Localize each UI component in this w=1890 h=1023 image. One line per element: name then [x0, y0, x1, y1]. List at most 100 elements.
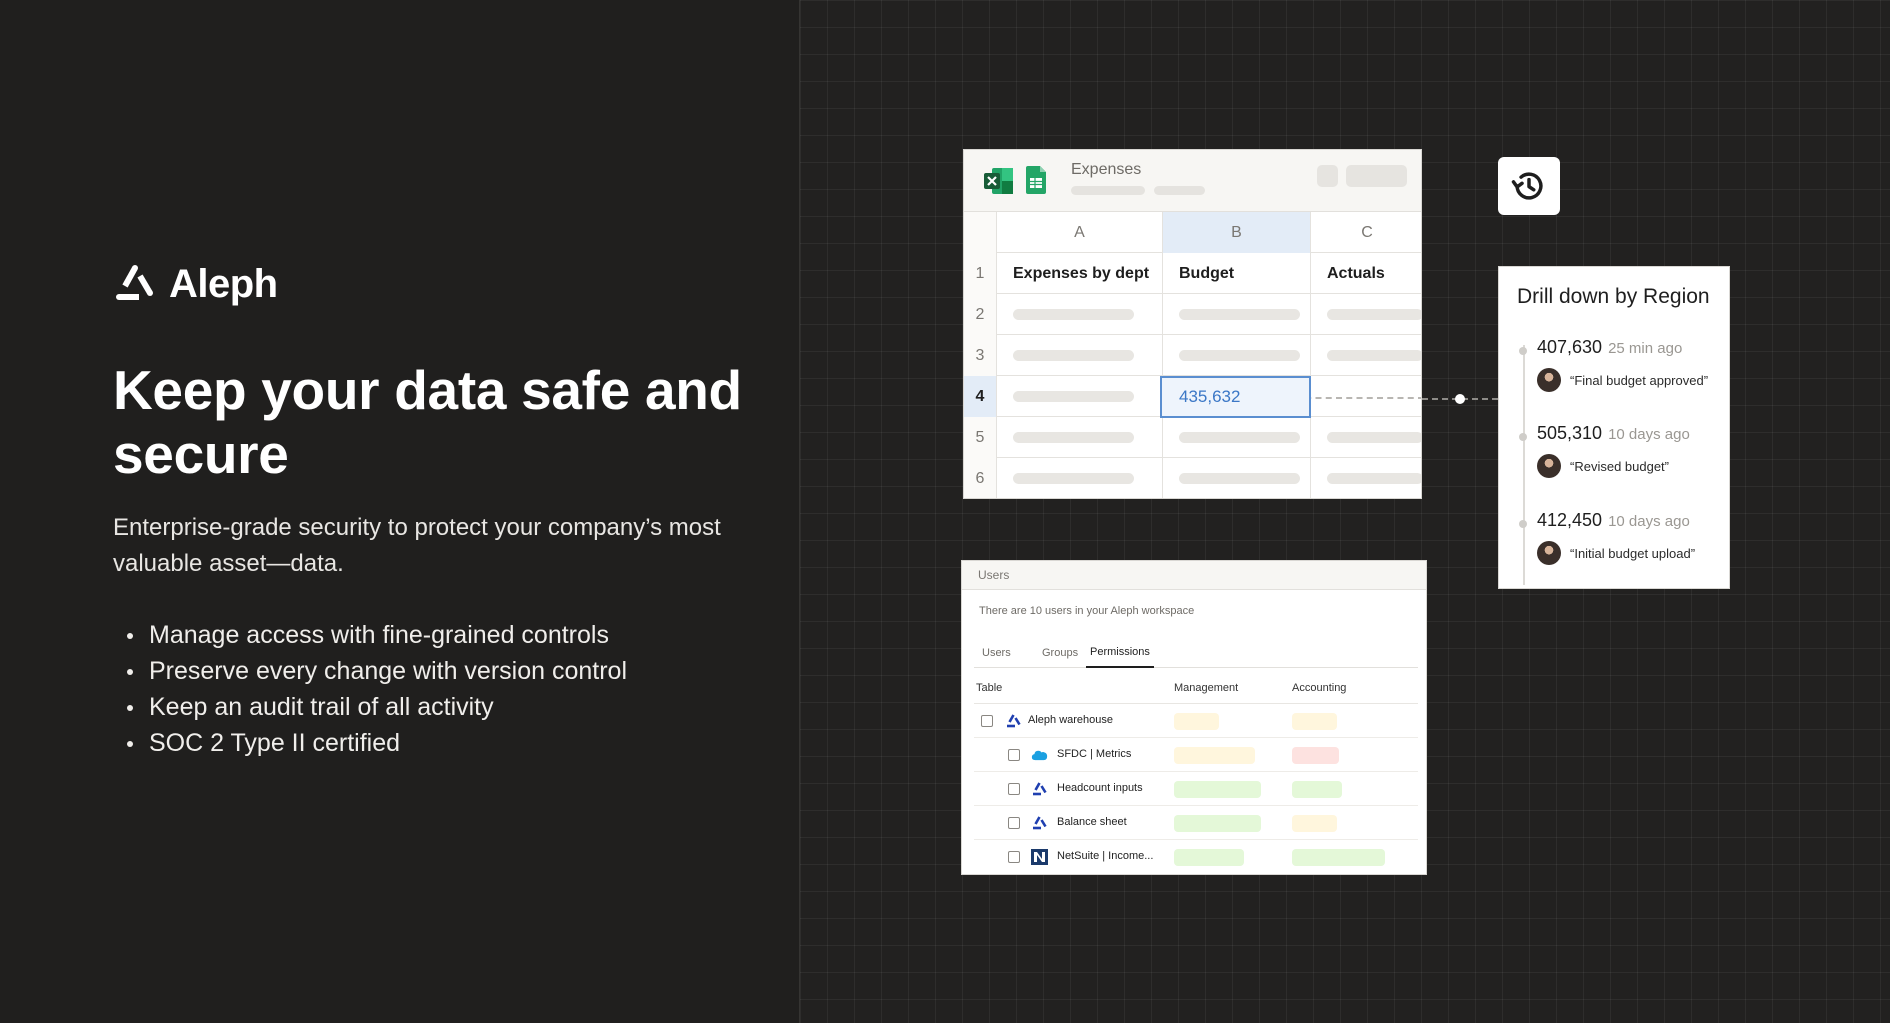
aleph-icon	[1033, 816, 1047, 830]
version-comment: “Final budget approved”	[1570, 372, 1709, 388]
version-time: 10 days ago	[1608, 513, 1690, 530]
permission-management[interactable]	[1174, 713, 1219, 730]
row-number[interactable]: 3	[964, 335, 997, 376]
row-checkbox[interactable]	[981, 715, 993, 727]
timeline-dot	[1519, 433, 1527, 441]
cell-c1[interactable]: Actuals	[1311, 253, 1421, 294]
subheadline: Enterprise-grade security to protect you…	[113, 514, 721, 577]
permission-accounting[interactable]	[1292, 849, 1385, 866]
permission-management[interactable]	[1174, 781, 1261, 798]
brand-name: Aleph	[169, 262, 278, 306]
cell[interactable]	[1311, 458, 1421, 498]
cell[interactable]	[1163, 458, 1311, 498]
permission-accounting[interactable]	[1292, 781, 1342, 798]
permission-accounting[interactable]	[1292, 747, 1339, 764]
table-row: SFDC | Metrics	[974, 738, 1418, 772]
left-panel: Aleph Keep your data safe and secure Ent…	[0, 0, 799, 1023]
tab-permissions[interactable]: Permissions	[1086, 637, 1154, 668]
active-cell-b4[interactable]: 435,632	[1160, 376, 1311, 418]
timeline-line	[1523, 345, 1525, 585]
cell[interactable]	[997, 376, 1163, 417]
column-header-b[interactable]: B	[1163, 212, 1311, 253]
permission-management[interactable]	[1174, 815, 1261, 832]
placeholder-bar	[1013, 350, 1134, 361]
placeholder-bar	[1013, 473, 1134, 484]
page-title: Keep your data safe and secure	[113, 359, 742, 485]
column-header-a[interactable]: A	[997, 212, 1163, 253]
row-checkbox[interactable]	[1008, 783, 1020, 795]
version-time: 10 days ago	[1608, 426, 1690, 443]
cell[interactable]	[1311, 294, 1421, 335]
cell[interactable]	[1163, 417, 1311, 458]
row-checkbox[interactable]	[1008, 749, 1020, 761]
row-number[interactable]: 2	[964, 294, 997, 335]
cell-a1[interactable]: Expenses by dept	[997, 253, 1163, 294]
table-row: 3	[964, 335, 1421, 376]
cell-b1[interactable]: Budget	[1163, 253, 1311, 294]
version-note: “Initial budget upload”	[1537, 541, 1695, 565]
version-note: “Revised budget”	[1537, 454, 1669, 478]
row-number[interactable]: 1	[964, 253, 997, 294]
table-row: Balance sheet	[974, 806, 1418, 840]
title-placeholder	[1154, 186, 1205, 195]
toolbar-button[interactable]	[1317, 165, 1338, 187]
timeline-dot	[1519, 520, 1527, 528]
history-icon	[1511, 172, 1543, 200]
column-header-row: A B C	[964, 212, 1421, 253]
cell[interactable]	[1163, 335, 1311, 376]
table-name: NetSuite | Income...	[1057, 850, 1154, 862]
cell[interactable]	[997, 335, 1163, 376]
drill-down-title: Drill down by Region	[1517, 285, 1710, 308]
version-value: 407,630 25 min ago	[1537, 337, 1682, 358]
version-value: 505,310 10 days ago	[1537, 423, 1690, 444]
placeholder-bar	[1327, 473, 1421, 484]
aleph-icon	[1033, 782, 1047, 796]
column-header-c[interactable]: C	[1311, 212, 1421, 253]
cell[interactable]	[1163, 294, 1311, 335]
table-row: Headcount inputs	[974, 772, 1418, 806]
cell[interactable]	[1311, 417, 1421, 458]
table-row: Aleph warehouse	[974, 704, 1418, 738]
row-number[interactable]: 5	[964, 417, 997, 458]
history-button[interactable]	[1498, 157, 1560, 215]
permissions-table-header: Table Management Accounting	[974, 671, 1418, 704]
column-header-management: Management	[1174, 682, 1239, 694]
column-header-table: Table	[976, 682, 1003, 694]
row-number[interactable]: 6	[964, 458, 997, 498]
permission-management[interactable]	[1174, 849, 1244, 866]
aleph-icon	[1007, 714, 1021, 728]
cell[interactable]	[1311, 335, 1421, 376]
table-name: Headcount inputs	[1057, 782, 1143, 794]
toolbar-button[interactable]	[1346, 165, 1407, 187]
cell[interactable]	[997, 417, 1163, 458]
title-placeholder	[1071, 186, 1145, 195]
permission-accounting[interactable]	[1292, 713, 1337, 730]
spreadsheet-header: Expenses	[964, 150, 1421, 212]
row-checkbox[interactable]	[1008, 817, 1020, 829]
cell[interactable]	[997, 458, 1163, 498]
tab-groups[interactable]: Groups	[1038, 637, 1082, 668]
cell[interactable]	[997, 294, 1163, 335]
version-comment: “Initial budget upload”	[1570, 545, 1696, 561]
feature-item: SOC 2 Type II certified	[113, 725, 627, 761]
table-name: Balance sheet	[1057, 816, 1127, 828]
avatar	[1537, 454, 1561, 478]
users-title-bar: Users	[962, 561, 1426, 590]
placeholder-bar	[1179, 432, 1300, 443]
version-amount: 505,310	[1537, 423, 1603, 443]
feature-item: Manage access with fine-grained controls	[113, 617, 627, 653]
avatar	[1537, 541, 1561, 565]
corner-cell	[964, 212, 997, 253]
users-count-text: There are 10 users in your Aleph workspa…	[979, 605, 1195, 617]
placeholder-bar	[1327, 432, 1421, 443]
connector-dot	[1455, 394, 1465, 404]
version-time: 25 min ago	[1608, 340, 1683, 357]
row-number[interactable]: 4	[964, 376, 997, 417]
row-checkbox[interactable]	[1008, 851, 1020, 863]
permission-accounting[interactable]	[1292, 815, 1337, 832]
feature-item: Keep an audit trail of all activity	[113, 689, 627, 725]
table-row: 5	[964, 417, 1421, 458]
permission-management[interactable]	[1174, 747, 1255, 764]
excel-icon	[984, 168, 1013, 194]
tab-users[interactable]: Users	[978, 637, 1015, 668]
